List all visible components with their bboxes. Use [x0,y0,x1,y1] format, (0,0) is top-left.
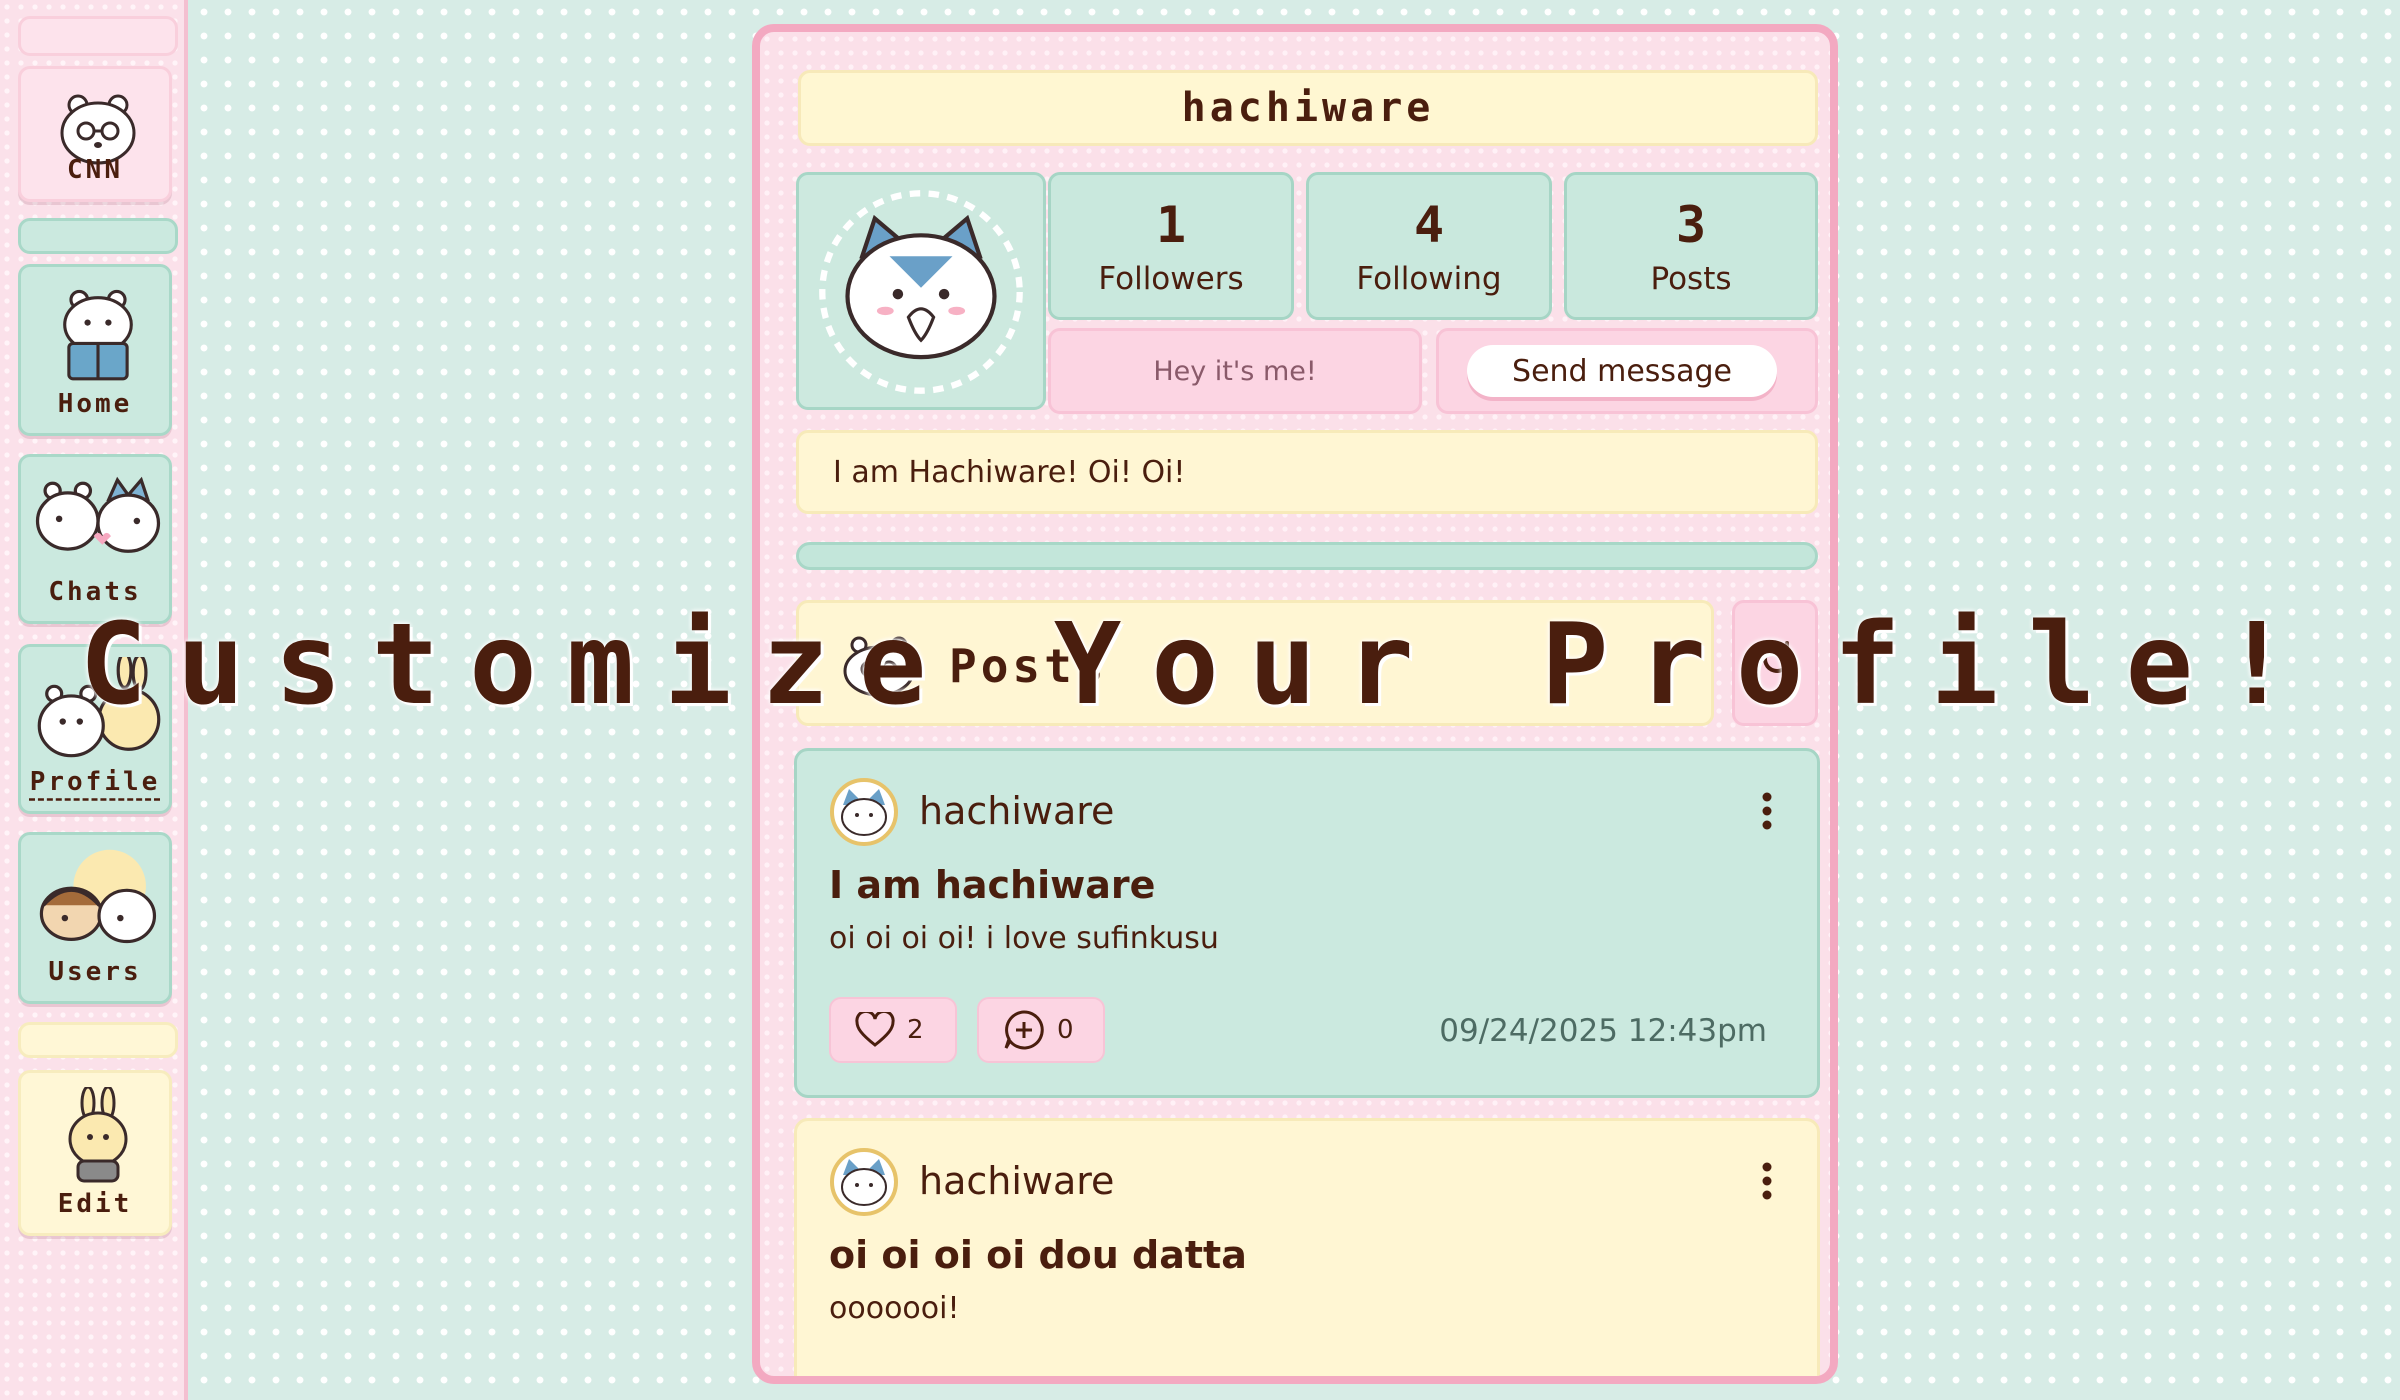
sidebar-item-cnn[interactable]: CNN [18,66,172,202]
sidebar-item-users[interactable]: Users [18,832,172,1004]
following-label: Following [1356,261,1502,297]
glasses-bear-icon [843,636,915,697]
more-options-icon[interactable] [1761,791,1773,831]
sidebar-item-label: Profile [29,767,161,797]
post-timestamp: 09/24/2025 12:43pm [1439,1013,1767,1049]
rabbit-icon [68,1087,128,1183]
hachiware-avatar-icon [819,190,1023,394]
posts-label: Posts [1650,261,1732,297]
two-friends-icon [35,476,161,553]
author-avatar[interactable] [829,1147,899,1217]
post-author[interactable]: hachiware [919,789,1114,833]
profile-panel: hachiware 1 Followers 4 Following 3 Post… [752,24,1838,1384]
profile-bio: I am Hachiware! Oi! Oi! [796,430,1818,514]
send-message-button[interactable]: Send message [1467,345,1777,397]
sidebar-spacer [18,16,178,56]
group-icon [39,849,157,944]
posts-stat[interactable]: 3 Posts [1564,172,1818,320]
profile-greeting: Hey it's me! [1048,328,1422,414]
bear-rabbit-icon [37,657,161,758]
post-card: hachiware oi oi oi oi dou datta ooooooi! [794,1118,1820,1376]
author-avatar[interactable] [829,777,899,847]
profile-username: hachiware [798,70,1818,146]
sidebar-spacer [18,218,178,254]
post-body: ooooooi! [829,1291,960,1326]
profile-avatar-card [796,172,1046,410]
refresh-icon [1763,641,1791,673]
like-button[interactable]: 2 [829,997,957,1063]
sidebar-item-profile[interactable]: Profile [18,644,172,814]
posts-section-title: Posts [949,639,1108,693]
following-count: 4 [1413,196,1445,254]
sidebar: CNN Home Chats Profile Users Edit [0,0,188,1400]
following-stat[interactable]: 4 Following [1306,172,1552,320]
reading-bear-icon [63,289,133,381]
sidebar-item-label: Users [48,957,142,987]
post-author[interactable]: hachiware [919,1159,1114,1203]
post-title: oi oi oi oi dou datta [829,1233,1247,1277]
more-options-icon[interactable] [1761,1161,1773,1201]
send-message-container: Send message [1436,328,1818,414]
sidebar-item-label: CNN [67,155,123,185]
posts-count: 3 [1675,196,1707,254]
comment-plus-icon [1004,1010,1044,1050]
posts-header: Posts [796,600,1714,726]
post-card: hachiware I am hachiware oi oi oi oi! i … [794,748,1820,1098]
sidebar-item-label: Edit [57,1189,133,1219]
heart-icon [855,1012,895,1047]
followers-label: Followers [1098,261,1244,297]
post-title: I am hachiware [829,863,1156,907]
like-count: 2 [907,1015,924,1045]
sidebar-item-label: Home [57,389,133,419]
refresh-button[interactable] [1732,600,1818,726]
followers-count: 1 [1155,196,1187,254]
section-divider [796,542,1818,570]
post-body: oi oi oi oi! i love sufinkusu [829,921,1219,956]
sidebar-item-chats[interactable]: Chats [18,454,172,624]
comment-count: 0 [1057,1015,1074,1045]
sidebar-item-home[interactable]: Home [18,264,172,436]
sidebar-item-edit[interactable]: Edit [18,1070,172,1236]
followers-stat[interactable]: 1 Followers [1048,172,1294,320]
comment-button[interactable]: 0 [977,997,1105,1063]
sidebar-item-label: Chats [48,577,142,607]
sidebar-spacer [18,1022,178,1058]
